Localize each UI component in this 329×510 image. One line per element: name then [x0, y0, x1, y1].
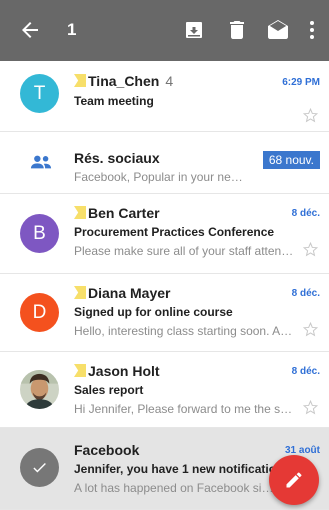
- delete-icon[interactable]: [225, 18, 249, 42]
- social-category-row[interactable]: Rés. sociaux Facebook, Popular in your n…: [0, 132, 329, 194]
- email-subject: Sales report: [74, 383, 144, 397]
- mark-unread-icon[interactable]: [266, 18, 290, 42]
- email-preview: Hi Jennifer, Please forward to me the s…: [74, 402, 293, 416]
- archive-icon[interactable]: [182, 18, 206, 42]
- pencil-icon: [286, 472, 302, 488]
- email-date: 8 déc.: [291, 366, 320, 377]
- email-subject: Team meeting: [74, 94, 154, 108]
- email-date: 8 déc.: [291, 208, 320, 219]
- more-vert-icon[interactable]: [300, 18, 324, 42]
- sender-name: Diana Mayer: [74, 285, 170, 301]
- email-subject: Signed up for online course: [74, 305, 233, 319]
- check-icon: [33, 462, 46, 473]
- avatar[interactable]: T: [20, 74, 59, 113]
- category-preview: Facebook, Popular in your net…: [74, 170, 244, 184]
- sender-name: Ben Carter: [74, 205, 160, 221]
- new-count-badge: 68 nouv.: [262, 151, 320, 169]
- important-marker-icon: [74, 74, 86, 87]
- email-date: 6:29 PM: [282, 77, 320, 88]
- email-date: 8 déc.: [291, 288, 320, 299]
- selection-toolbar: 1: [0, 0, 329, 61]
- thread-count: 4: [165, 73, 174, 89]
- selected-count: 1: [67, 20, 77, 39]
- avatar[interactable]: [20, 370, 59, 409]
- sender-name: Facebook: [74, 442, 140, 458]
- star-icon[interactable]: [302, 107, 319, 124]
- star-icon[interactable]: [302, 241, 319, 258]
- compose-button[interactable]: [269, 455, 319, 505]
- important-marker-icon: [74, 206, 86, 219]
- people-icon: [30, 155, 52, 169]
- email-preview: Hello, interesting class starting soon. …: [74, 324, 293, 338]
- important-marker-icon: [74, 286, 86, 299]
- star-icon[interactable]: [302, 399, 319, 416]
- avatar[interactable]: D: [20, 293, 59, 332]
- email-row[interactable]: D Diana Mayer Signed up for online cours…: [0, 274, 329, 352]
- star-icon[interactable]: [302, 321, 319, 338]
- sender-name: Tina_Chen 4: [74, 73, 173, 89]
- email-row[interactable]: Jason Holt Sales report Hi Jennifer, Ple…: [0, 352, 329, 428]
- sender-name: Jason Holt: [74, 363, 160, 379]
- avatar-selected[interactable]: [20, 448, 59, 487]
- email-preview: Please make sure all of your staff atten…: [74, 244, 294, 258]
- arrow-back-icon[interactable]: [18, 18, 42, 42]
- avatar[interactable]: B: [20, 214, 59, 253]
- email-subject: Jennifer, you have 1 new notification: [74, 462, 284, 476]
- email-preview: A lot has happened on Facebook si…: [74, 481, 274, 495]
- email-subject: Procurement Practices Conference: [74, 225, 275, 239]
- important-marker-icon: [74, 364, 86, 377]
- email-row[interactable]: B Ben Carter Procurement Practices Confe…: [0, 194, 329, 274]
- email-row[interactable]: T Tina_Chen 4 Team meeting 6:29 PM: [0, 61, 329, 132]
- category-name: Rés. sociaux: [74, 150, 160, 166]
